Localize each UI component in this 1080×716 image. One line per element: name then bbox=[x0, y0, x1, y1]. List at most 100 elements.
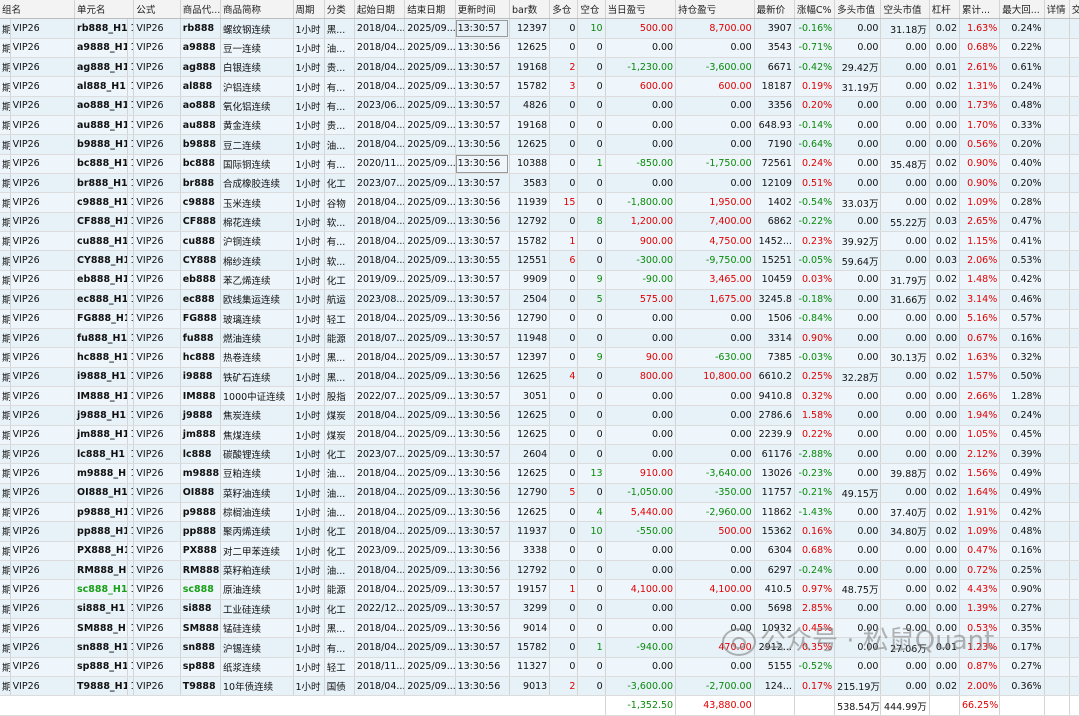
table-row[interactable]: 期VIP26ag888_H11VIP26ag888白银连续1小时贵...2018… bbox=[0, 57, 1080, 78]
column-header[interactable]: 多头市值 bbox=[834, 0, 882, 20]
detail-cell[interactable] bbox=[1044, 231, 1070, 252]
column-header[interactable]: 单元名 bbox=[74, 0, 135, 20]
detail-cell[interactable] bbox=[1044, 76, 1070, 97]
table-row[interactable]: 期VIP26ao888_H11VIP26ao888氧化铝连续1小时有...202… bbox=[0, 96, 1080, 117]
detail-cell[interactable] bbox=[1044, 637, 1070, 658]
table-row[interactable]: 期VIP26bc888_H11VIP26bc888国际铜连续1小时有...202… bbox=[0, 154, 1080, 175]
column-header[interactable]: 详情 bbox=[1044, 0, 1070, 20]
column-header[interactable]: 多仓 bbox=[549, 0, 579, 20]
column-header[interactable]: 当日盈亏 bbox=[605, 0, 677, 20]
table-row[interactable]: 期VIP26ec888_H11VIP26ec888欧线集运连续1小时航运2023… bbox=[0, 289, 1080, 310]
table-row[interactable]: 期VIP26SM888_H11VIP26SM888锰硅连续1小时黑...2018… bbox=[0, 618, 1080, 639]
detail-cell[interactable] bbox=[1044, 289, 1070, 310]
table-row[interactable]: 期VIP26si888_H11VIP26si888工业硅连续1小时化工2022/… bbox=[0, 599, 1080, 620]
column-header[interactable]: 周期 bbox=[293, 0, 325, 20]
detail-cell[interactable] bbox=[1044, 657, 1070, 678]
detail-cell[interactable] bbox=[1044, 96, 1070, 117]
table-row[interactable]: 期VIP26CY888_H11VIP26CY888棉纱连续1小时软...2018… bbox=[0, 250, 1080, 271]
detail-cell[interactable] bbox=[1044, 502, 1070, 523]
table-row[interactable]: 期VIP26sn888_H11VIP26sn888沪锡连续1小时有...2018… bbox=[0, 637, 1080, 658]
detail-cell[interactable] bbox=[1044, 173, 1070, 194]
detail-cell[interactable] bbox=[1044, 560, 1070, 581]
detail-cell[interactable] bbox=[1044, 541, 1070, 561]
detail-cell[interactable] bbox=[1044, 444, 1070, 465]
detail-cell[interactable] bbox=[1044, 405, 1070, 426]
table-row[interactable]: 期VIP26br888_H11VIP26br888合成橡胶连续1小时化工2023… bbox=[0, 173, 1080, 194]
column-header[interactable]: 最大回... bbox=[999, 0, 1045, 20]
detail-cell[interactable] bbox=[1044, 463, 1070, 484]
column-header[interactable]: 起始日期 bbox=[354, 0, 406, 20]
detail-cell[interactable] bbox=[1044, 115, 1070, 136]
table-row[interactable]: 期VIP26RM888_H11VIP26RM888菜籽粕连续1小时油...201… bbox=[0, 560, 1080, 581]
table-row[interactable]: 期VIP26m9888_H11VIP26m9888豆粕连续1小时油...2018… bbox=[0, 463, 1080, 484]
table-row[interactable]: 期VIP26IM888_H11VIP26IM8881000中证连续1小时股指20… bbox=[0, 386, 1080, 407]
column-header[interactable]: bar数 bbox=[509, 0, 551, 20]
detail-cell[interactable] bbox=[1044, 192, 1070, 213]
table-row[interactable]: 期VIP26hc888_H11VIP26hc888热卷连续1小时黑...2018… bbox=[0, 347, 1080, 368]
detail-cell[interactable] bbox=[1044, 134, 1070, 155]
column-header[interactable]: 商品代... bbox=[180, 0, 222, 20]
column-header[interactable]: 涨幅C% bbox=[794, 0, 836, 20]
detail-cell[interactable] bbox=[1044, 212, 1070, 233]
column-header[interactable]: 空头市值 bbox=[880, 0, 930, 20]
column-header[interactable]: 分类 bbox=[324, 0, 355, 20]
table-row[interactable]: 期VIP26c9888_H11VIP26c9888玉米连续1小时谷物2018/0… bbox=[0, 192, 1080, 213]
table-row[interactable]: 期VIP26sc888_H11VIP26sc888原油连续1小时能源2018/0… bbox=[0, 579, 1080, 600]
table-row[interactable]: 期VIP26al888_H11VIP26al888沪铝连续1小时有...2018… bbox=[0, 76, 1080, 97]
table-row[interactable]: 期VIP26T9888_H11VIP26T988810年债连续1小时国债2018… bbox=[0, 676, 1080, 697]
update-time-cell: 13:30:57 bbox=[455, 289, 510, 310]
position-pnl-cell: 4,100.00 bbox=[675, 579, 755, 600]
detail-cell[interactable] bbox=[1044, 425, 1070, 445]
column-header[interactable]: 结束日期 bbox=[404, 0, 456, 20]
table-row[interactable]: 期VIP26FG888_H11VIP26FG888玻璃连续1小时轻工2018/0… bbox=[0, 309, 1080, 329]
table-row[interactable]: 期VIP26p9888_H11VIP26p9888棕榈油连续1小时油...201… bbox=[0, 502, 1080, 523]
table-row[interactable]: 期VIP26fu888_H11VIP26fu888燃油连续1小时能源2018/0… bbox=[0, 328, 1080, 349]
detail-cell[interactable] bbox=[1044, 618, 1070, 639]
table-row[interactable]: 期VIP26j9888_H11VIP26j9888焦炭连续1小时煤炭2018/0… bbox=[0, 405, 1080, 426]
table-row[interactable]: 期VIP26b9888_H11VIP26b9888豆二连续1小时油...2018… bbox=[0, 134, 1080, 155]
column-header[interactable]: 持仓盈亏 bbox=[675, 0, 755, 20]
table-row[interactable]: 期VIP26eb888_H11VIP26eb888苯乙烯连续1小时化工2019/… bbox=[0, 270, 1080, 291]
table-row[interactable]: 期VIP26CF888_H11VIP26CF888棉花连续1小时软...2018… bbox=[0, 212, 1080, 233]
detail-cell[interactable] bbox=[1044, 386, 1070, 407]
detail-cell[interactable] bbox=[1044, 328, 1070, 349]
detail-cell[interactable] bbox=[1044, 57, 1070, 78]
table-row[interactable]: 期VIP26rb888_H11VIP26rb888螺纹钢连续1小时黑...201… bbox=[0, 18, 1080, 39]
change-pct-cell: -0.84% bbox=[794, 309, 836, 329]
table-row[interactable]: 期VIP26PX888_H11VIP26PX888对二甲苯连续1小时化工2023… bbox=[0, 541, 1080, 561]
detail-cell[interactable] bbox=[1044, 18, 1070, 39]
column-header[interactable]: 组名 bbox=[0, 0, 76, 20]
detail-cell[interactable] bbox=[1044, 270, 1070, 291]
detail-cell[interactable] bbox=[1044, 347, 1070, 368]
last-price-cell: 5155 bbox=[754, 657, 795, 678]
column-header[interactable]: 空仓 bbox=[577, 0, 606, 20]
detail-cell[interactable] bbox=[1044, 599, 1070, 620]
column-header[interactable]: 公式 bbox=[133, 0, 181, 20]
column-header[interactable]: 累计... bbox=[959, 0, 1001, 20]
table-row[interactable]: 期VIP26a9888_H11VIP26a9888豆一连续1小时油...2018… bbox=[0, 38, 1080, 59]
table-row[interactable]: 期VIP26lc888_H11VIP26lc888碳酸锂连续1小时化工2023/… bbox=[0, 444, 1080, 465]
leverage-cell: 0.02 bbox=[929, 192, 961, 213]
table-row[interactable]: 期VIP26sp888_H11VIP26sp888纸浆连续1小时轻工2018/1… bbox=[0, 657, 1080, 678]
column-header[interactable]: 更新时间 bbox=[455, 0, 510, 20]
column-header[interactable]: 最新价 bbox=[754, 0, 795, 20]
column-header[interactable]: 商品简称 bbox=[220, 0, 294, 20]
table-row[interactable]: 期VIP26jm888_H11VIP26jm888焦煤连续1小时煤炭2018/0… bbox=[0, 425, 1080, 445]
detail-cell[interactable] bbox=[1044, 250, 1070, 271]
detail-cell[interactable] bbox=[1044, 483, 1070, 503]
detail-cell[interactable] bbox=[1044, 367, 1070, 387]
detail-cell[interactable] bbox=[1044, 676, 1070, 697]
table-row[interactable]: 期VIP26cu888_H11VIP26cu888沪铜连续1小时有...2018… bbox=[0, 231, 1080, 252]
table-row[interactable]: 期VIP26i9888_H11VIP26i9888铁矿石连续1小时黑...201… bbox=[0, 367, 1080, 387]
table-row[interactable]: 期VIP26OI888_H11VIP26OI888菜籽油连续1小时油...201… bbox=[0, 483, 1080, 503]
change-pct-cell: -0.16% bbox=[794, 18, 836, 39]
column-header[interactable]: 杠杆 bbox=[929, 0, 961, 20]
detail-cell[interactable] bbox=[1044, 38, 1070, 59]
detail-cell[interactable] bbox=[1044, 154, 1070, 175]
column-header[interactable]: 交 bbox=[1069, 0, 1080, 20]
detail-cell[interactable] bbox=[1044, 521, 1070, 542]
detail-cell[interactable] bbox=[1044, 579, 1070, 600]
table-row[interactable]: 期VIP26au888_H11VIP26au888黄金连续1小时贵...2018… bbox=[0, 115, 1080, 136]
detail-cell[interactable] bbox=[1044, 309, 1070, 329]
table-row[interactable]: 期VIP26pp888_H11VIP26pp888聚丙烯连续1小时化工2018/… bbox=[0, 521, 1080, 542]
